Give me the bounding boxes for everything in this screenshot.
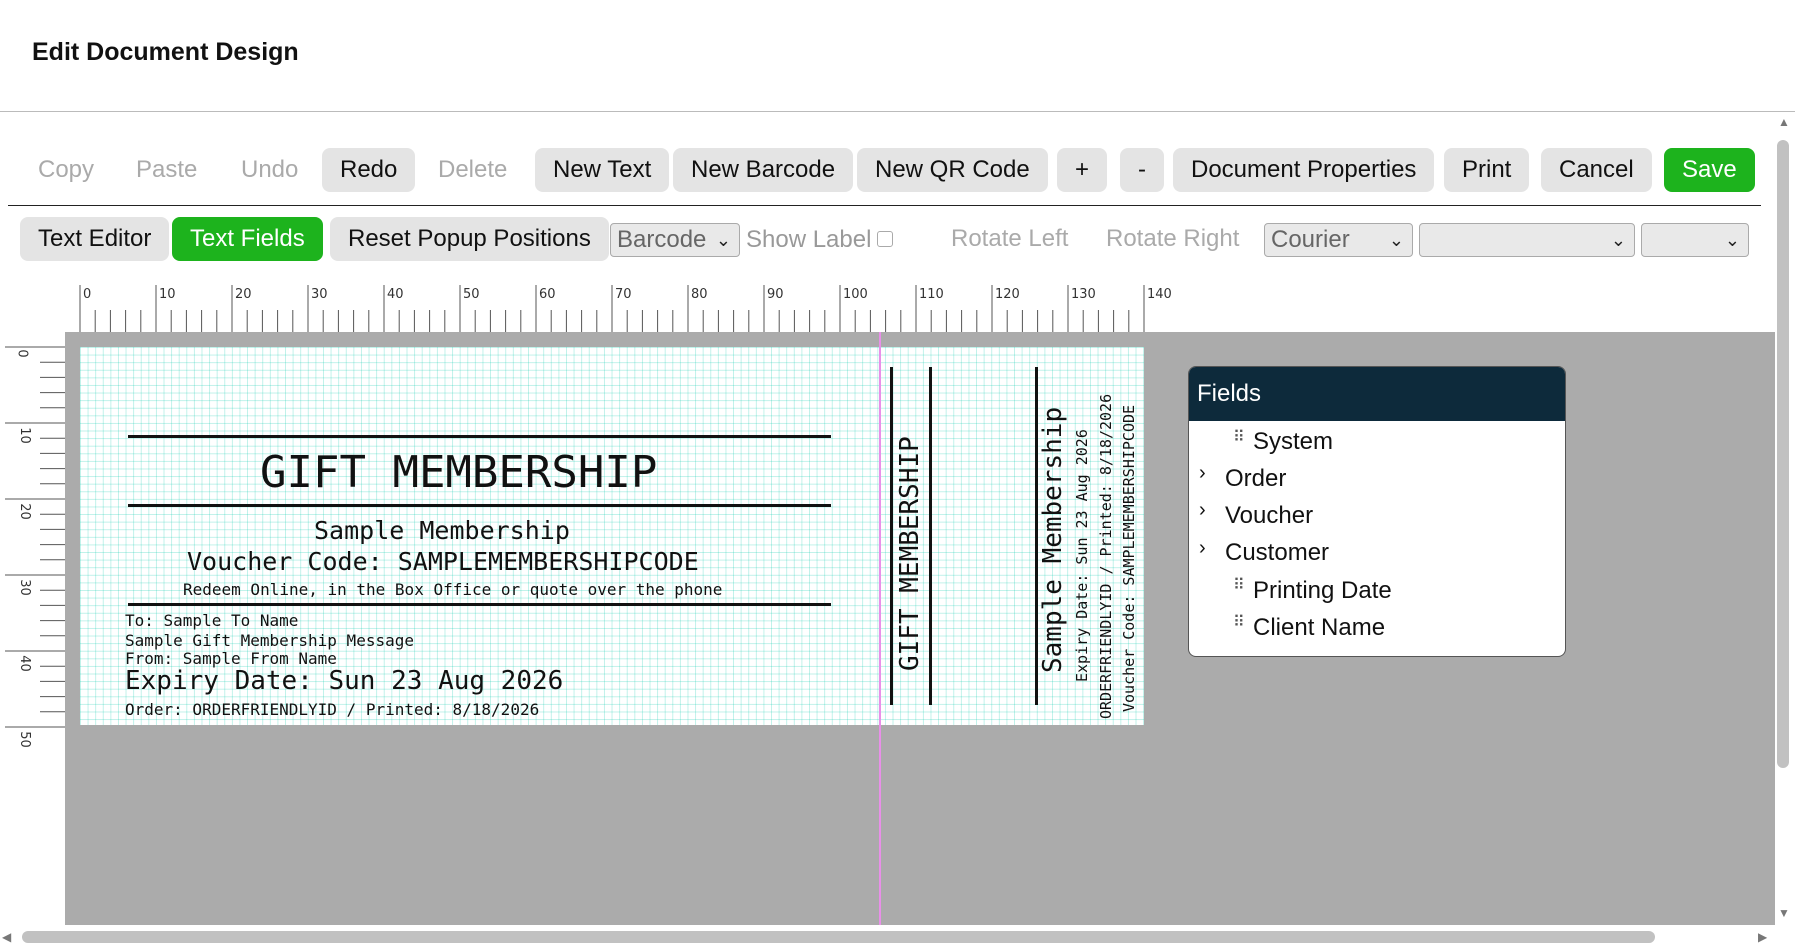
- ruler-label: 80: [691, 287, 708, 302]
- field-item-voucher[interactable]: Voucher: [1225, 502, 1313, 530]
- document-preview[interactable]: GIFT MEMBERSHIP Sample Membership Vouche…: [80, 347, 1144, 725]
- show-label-checkbox[interactable]: [877, 231, 893, 247]
- field-item-customer[interactable]: Customer: [1225, 539, 1329, 567]
- text-fields-button[interactable]: Text Fields: [172, 217, 323, 261]
- horizontal-ruler: [79, 285, 1145, 332]
- ruler-label: 10: [16, 427, 32, 444]
- ruler-label: 0: [14, 349, 30, 358]
- font-family-value: Courier: [1271, 226, 1350, 253]
- copy-button[interactable]: Copy: [20, 148, 112, 192]
- delete-button[interactable]: Delete: [420, 148, 525, 192]
- stub-line: [929, 367, 932, 705]
- scroll-right-icon[interactable]: ▶: [1758, 930, 1767, 944]
- ruler-label: 120: [995, 287, 1020, 302]
- ruler-label: 60: [539, 287, 556, 302]
- doc-voucher-code[interactable]: Voucher Code: SAMPLEMEMBERSHIPCODE: [187, 547, 699, 576]
- redo-button[interactable]: Redo: [322, 148, 416, 192]
- ruler-label: 30: [311, 287, 328, 302]
- ruler-label: 30: [16, 579, 32, 596]
- undo-button[interactable]: Undo: [223, 148, 316, 192]
- ruler-label: 40: [16, 655, 32, 672]
- cancel-button[interactable]: Cancel: [1541, 148, 1652, 192]
- save-button[interactable]: Save: [1664, 148, 1755, 192]
- scroll-left-icon[interactable]: ◀: [2, 930, 11, 944]
- divider-line: [128, 603, 831, 606]
- stub-order[interactable]: ORDERFRIENDLYID / Printed: 8/18/2026: [1097, 394, 1115, 719]
- horizontal-scrollbar[interactable]: [22, 931, 1655, 943]
- field-item-order[interactable]: Order: [1225, 465, 1286, 493]
- chevron-down-icon: ⌄: [1610, 230, 1626, 250]
- ruler-label: 40: [387, 287, 404, 302]
- stub-title[interactable]: GIFT MEMBERSHIP: [895, 436, 925, 671]
- vertical-scrollbar[interactable]: [1777, 140, 1789, 768]
- font-style-select[interactable]: ⌄: [1641, 223, 1749, 257]
- rotate-right-button[interactable]: Rotate Right: [1088, 217, 1257, 261]
- chevron-right-icon[interactable]: ›: [1199, 499, 1206, 522]
- document-properties-button[interactable]: Document Properties: [1173, 148, 1435, 192]
- vertical-ruler: [5, 346, 65, 728]
- paste-button[interactable]: Paste: [118, 148, 215, 192]
- chevron-down-icon: ⌄: [715, 230, 731, 250]
- new-text-button[interactable]: New Text: [535, 148, 670, 192]
- new-barcode-button[interactable]: New Barcode: [673, 148, 854, 192]
- doc-redeem-text[interactable]: Redeem Online, in the Box Office or quot…: [183, 580, 722, 599]
- reset-popup-positions-button[interactable]: Reset Popup Positions: [330, 217, 609, 261]
- ruler-label: 20: [235, 287, 252, 302]
- doc-message[interactable]: Sample Gift Membership Message: [125, 631, 414, 650]
- ruler-label: 20: [16, 503, 32, 520]
- barcode-type-value: Barcode: [617, 226, 707, 253]
- fields-panel[interactable]: Fields ⠿ System › Order › Voucher › Cust…: [1188, 366, 1566, 657]
- rotate-left-button[interactable]: Rotate Left: [933, 217, 1086, 261]
- barcode-type-select[interactable]: Barcode ⌄: [610, 223, 740, 257]
- doc-subtitle[interactable]: Sample Membership: [314, 516, 570, 545]
- header-divider: [0, 111, 1795, 112]
- print-button[interactable]: Print: [1444, 148, 1530, 192]
- divider-line: [128, 435, 831, 438]
- ruler-label: 0: [83, 287, 92, 302]
- field-item-printing-date[interactable]: Printing Date: [1253, 577, 1392, 605]
- ruler-label: 110: [919, 287, 944, 302]
- show-label-text: Show Label: [746, 226, 872, 253]
- chevron-down-icon: ⌄: [1724, 230, 1740, 250]
- zoom-out-button[interactable]: -: [1120, 148, 1164, 192]
- alignment-guide: [879, 332, 881, 925]
- drag-handle-icon[interactable]: ⠿: [1233, 612, 1245, 632]
- doc-order-info[interactable]: Order: ORDERFRIENDLYID / Printed: 8/18/2…: [125, 700, 539, 719]
- zoom-in-button[interactable]: +: [1057, 148, 1108, 192]
- stub-line: [890, 367, 893, 705]
- ruler-label: 70: [615, 287, 632, 302]
- chevron-right-icon[interactable]: ›: [1199, 537, 1206, 560]
- chevron-right-icon[interactable]: ›: [1199, 462, 1206, 485]
- field-item-system[interactable]: System: [1253, 428, 1333, 456]
- ruler-label: 50: [463, 287, 480, 302]
- stub-voucher[interactable]: Voucher Code: SAMPLEMEMBERSHIPCODE: [1120, 405, 1138, 712]
- scroll-down-icon[interactable]: ▼: [1778, 906, 1790, 920]
- divider-line: [128, 504, 831, 507]
- toolbar-divider: [8, 205, 1761, 206]
- drag-handle-icon[interactable]: ⠿: [1233, 575, 1245, 595]
- text-editor-button[interactable]: Text Editor: [20, 217, 170, 261]
- ruler-label: 10: [159, 287, 176, 302]
- ruler-label: 100: [843, 287, 868, 302]
- ruler-label: 130: [1071, 287, 1096, 302]
- font-size-select[interactable]: ⌄: [1419, 223, 1635, 257]
- doc-to-name[interactable]: To: Sample To Name: [125, 611, 298, 630]
- ruler-label: 140: [1147, 287, 1172, 302]
- stub-name[interactable]: Sample Membership: [1038, 407, 1068, 673]
- font-family-select[interactable]: Courier ⌄: [1264, 223, 1413, 257]
- drag-handle-icon[interactable]: ⠿: [1233, 427, 1245, 447]
- ruler-label: 90: [767, 287, 784, 302]
- page-title: Edit Document Design: [32, 38, 299, 66]
- scroll-up-icon[interactable]: ▲: [1778, 115, 1790, 129]
- doc-title[interactable]: GIFT MEMBERSHIP: [260, 447, 657, 498]
- new-qr-code-button[interactable]: New QR Code: [857, 148, 1048, 192]
- doc-expiry-date[interactable]: Expiry Date: Sun 23 Aug 2026: [125, 666, 563, 696]
- field-item-client-name[interactable]: Client Name: [1253, 614, 1385, 642]
- stub-expiry[interactable]: Expiry Date: Sun 23 Aug 2026: [1073, 429, 1091, 682]
- fields-panel-title[interactable]: Fields: [1189, 367, 1565, 421]
- ruler-label: 50: [16, 731, 32, 748]
- chevron-down-icon: ⌄: [1388, 230, 1404, 250]
